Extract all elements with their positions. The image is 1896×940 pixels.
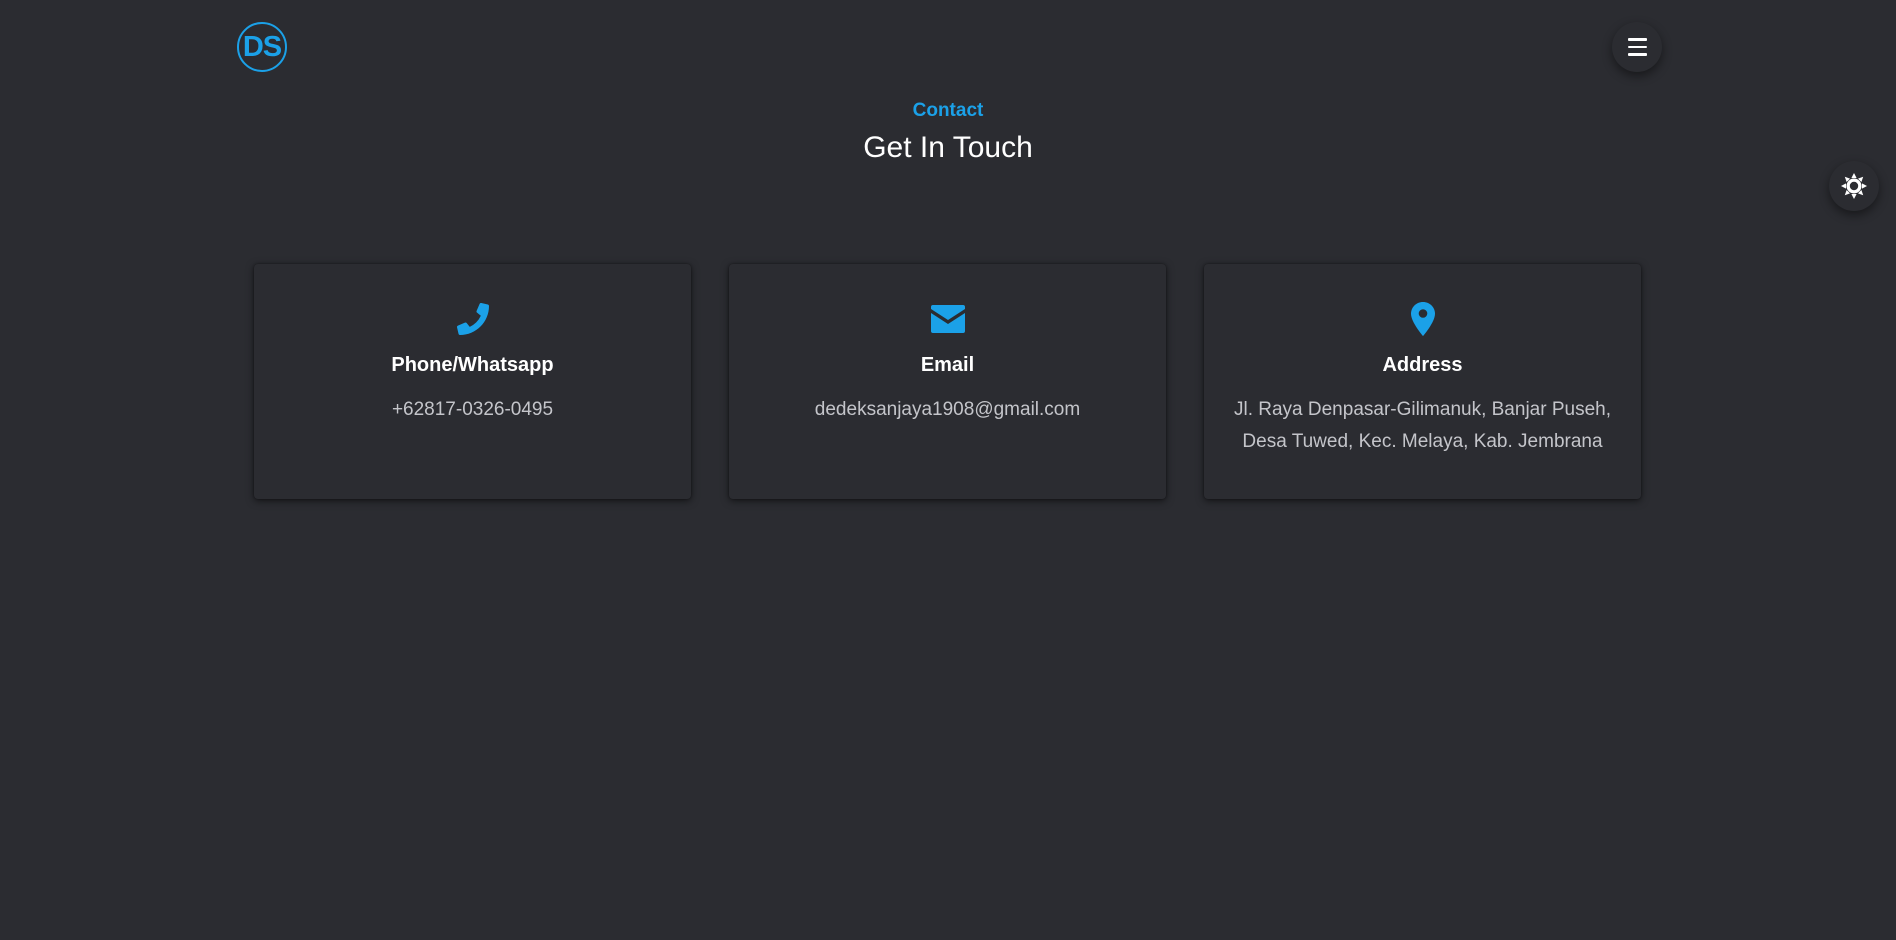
contact-cards: Phone/Whatsapp +62817-0326-0495 Email de…: [254, 264, 1641, 499]
contact-card-address: Address Jl. Raya Denpasar-Gilimanuk, Ban…: [1204, 264, 1641, 499]
phone-icon: [455, 301, 491, 337]
phone-number[interactable]: +62817-0326-0495: [376, 394, 569, 426]
theme-toggle-button[interactable]: [1829, 161, 1879, 211]
email-address[interactable]: dedeksanjaya1908@gmail.com: [799, 394, 1096, 426]
site-logo[interactable]: DS: [237, 22, 287, 72]
card-title: Phone/Whatsapp: [391, 354, 554, 376]
contact-card-phone: Phone/Whatsapp +62817-0326-0495: [254, 264, 691, 499]
sun-icon: [1841, 173, 1867, 199]
contact-page: DS Contact Get In Touch Phone/Whatsapp +…: [0, 0, 1896, 940]
address-text: Jl. Raya Denpasar-Gilimanuk, Banjar Puse…: [1233, 399, 1611, 452]
card-title: Address: [1382, 354, 1463, 376]
section-title: Get In Touch: [863, 131, 1033, 164]
logo-text: DS: [242, 30, 282, 63]
hamburger-menu-icon: [1627, 38, 1647, 56]
section-subtitle: Contact: [912, 100, 984, 121]
contact-card-email: Email dedeksanjaya1908@gmail.com: [729, 264, 1166, 499]
map-pin-icon: [1405, 301, 1441, 337]
menu-button[interactable]: [1612, 22, 1662, 72]
envelope-icon: [930, 301, 966, 337]
card-title: Email: [920, 354, 975, 376]
